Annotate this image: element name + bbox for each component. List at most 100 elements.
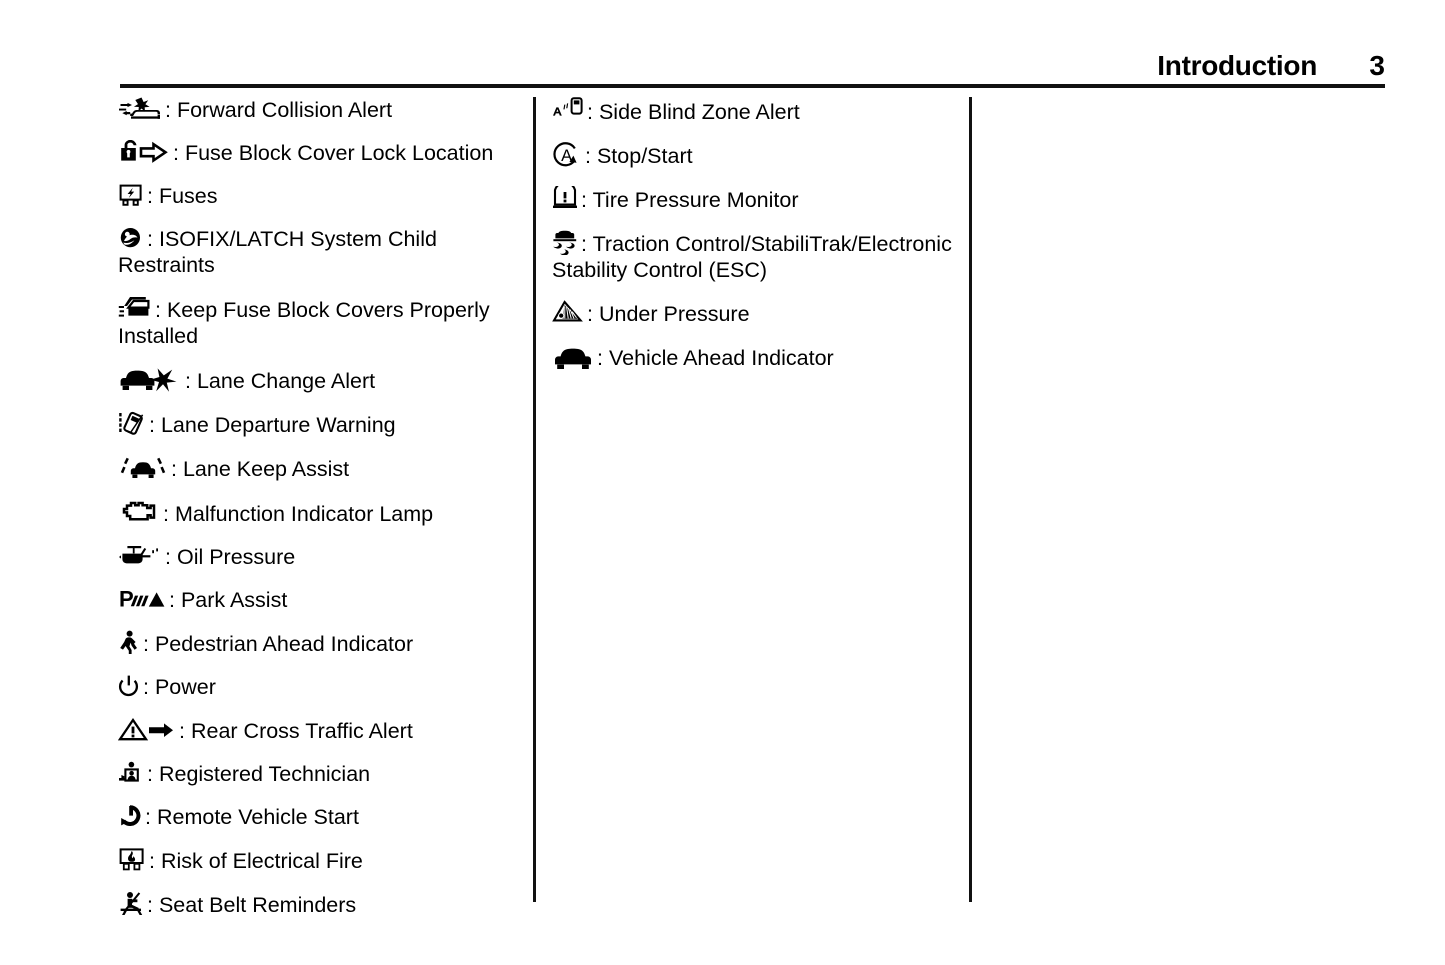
page-number: 3 — [1369, 50, 1385, 81]
glossary-entry: : Risk of Electrical Fire — [118, 847, 518, 874]
glossary-entry: P : Park Assist — [118, 587, 518, 613]
entry-label: Fuses — [158, 184, 218, 208]
lane-change-alert-icon — [118, 366, 182, 394]
glossary-entry: : Traction Control/StabiliTrak/Electroni… — [552, 230, 952, 283]
rear-cross-traffic-alert-icon — [118, 717, 176, 743]
entry-label: Fuse Block Cover Lock Location — [184, 141, 494, 165]
registered-technician-icon — [118, 761, 144, 785]
entry-label: Pedestrian Ahead Indicator — [154, 632, 414, 656]
remote-vehicle-start-icon — [118, 804, 142, 828]
side-blind-zone-alert-icon — [552, 97, 584, 121]
entry-label: Power — [154, 675, 216, 699]
entry-separator: : — [143, 632, 149, 656]
glossary-entry: : Remote Vehicle Start — [118, 804, 518, 830]
seat-belt-reminders-icon — [118, 891, 144, 916]
glossary-entry: : Under Pressure — [552, 300, 952, 327]
lane-departure-warning-icon — [118, 411, 146, 436]
column-divider-1 — [533, 97, 536, 902]
entry-label: Rear Cross Traffic Alert — [190, 719, 413, 743]
page-title: Introduction — [1157, 50, 1317, 81]
park-assist-icon: P — [118, 587, 166, 611]
keep-fuse-block-covers-installed-icon — [118, 295, 152, 321]
entry-label: Stop/Start — [596, 144, 693, 168]
entry-separator: : — [581, 232, 587, 256]
glossary-entry: : Seat Belt Reminders — [118, 891, 518, 918]
traction-control-icon — [552, 230, 578, 255]
entry-separator: : — [585, 144, 591, 168]
entry-label: Seat Belt Reminders — [158, 893, 357, 917]
fuses-icon — [118, 183, 144, 207]
glossary-column-middle: : Side Blind Zone Alert A : Stop/Start:… — [552, 97, 952, 388]
entry-separator: : — [149, 413, 155, 437]
power-icon — [118, 674, 140, 698]
under-pressure-icon — [552, 300, 584, 325]
glossary-entry: : Lane Departure Warning — [118, 411, 518, 438]
entry-label: Traction Control/StabiliTrak/Electronic … — [552, 232, 952, 282]
glossary-entry: : Keep Fuse Block Covers Properly Instal… — [118, 295, 518, 349]
entry-separator: : — [587, 100, 593, 124]
glossary-entry: : ISOFIX/LATCH System Child Restraints — [118, 226, 518, 278]
entry-label: Lane Departure Warning — [160, 413, 396, 437]
entry-separator: : — [587, 302, 593, 326]
glossary-entry: : Pedestrian Ahead Indicator — [118, 630, 518, 657]
glossary-entry: : Side Blind Zone Alert — [552, 97, 952, 125]
entry-label: Under Pressure — [598, 302, 750, 326]
entry-separator: : — [147, 184, 153, 208]
glossary-columns: : Forward Collision Alert : Fuse Block C… — [0, 97, 1445, 917]
entry-separator: : — [147, 762, 153, 786]
entry-separator: : — [597, 346, 603, 370]
oil-pressure-icon — [118, 544, 162, 568]
entry-label: Oil Pressure — [176, 545, 296, 569]
glossary-entry: : Registered Technician — [118, 761, 518, 787]
entry-separator: : — [149, 849, 155, 873]
entry-label: Malfunction Indicator Lamp — [174, 502, 434, 526]
entry-separator: : — [169, 588, 175, 612]
glossary-entry: : Fuses — [118, 183, 518, 209]
glossary-entry: : Fuse Block Cover Lock Location — [118, 140, 518, 166]
entry-separator: : — [147, 893, 153, 917]
column-divider-2 — [969, 97, 972, 902]
glossary-entry: : Oil Pressure — [118, 544, 518, 570]
lane-keep-assist-icon — [118, 455, 168, 481]
entry-separator: : — [165, 98, 171, 122]
pedestrian-ahead-indicator-icon — [118, 630, 140, 655]
stop-start-icon: A — [552, 142, 582, 167]
forward-collision-alert-icon — [118, 97, 162, 121]
glossary-column-left: : Forward Collision Alert : Fuse Block C… — [118, 97, 518, 935]
entry-label: Forward Collision Alert — [176, 98, 393, 122]
entry-label: ISOFIX/LATCH System Child Restraints — [118, 227, 437, 277]
malfunction-indicator-lamp-icon — [118, 499, 160, 525]
entry-separator: : — [165, 545, 171, 569]
entry-separator: : — [185, 369, 191, 393]
entry-label: Registered Technician — [158, 762, 371, 786]
tire-pressure-monitor-icon — [552, 186, 578, 211]
entry-label: Park Assist — [180, 588, 288, 612]
fuse-block-cover-lock-location-icon — [118, 140, 170, 164]
entry-separator: : — [173, 141, 179, 165]
glossary-entry: : Power — [118, 674, 518, 700]
glossary-entry: : Malfunction Indicator Lamp — [118, 499, 518, 527]
glossary-entry: : Forward Collision Alert — [118, 97, 518, 123]
entry-label: Tire Pressure Monitor — [592, 188, 799, 212]
entry-label: Side Blind Zone Alert — [598, 100, 800, 124]
entry-separator: : — [145, 805, 151, 829]
entry-label: Keep Fuse Block Covers Properly Installe… — [118, 298, 490, 348]
entry-label: Risk of Electrical Fire — [160, 849, 363, 873]
svg-text:P: P — [119, 587, 134, 611]
entry-separator: : — [581, 188, 587, 212]
svg-text:A: A — [561, 147, 572, 165]
risk-of-electrical-fire-icon — [118, 847, 146, 872]
entry-separator: : — [163, 502, 169, 526]
entry-label: Remote Vehicle Start — [156, 805, 359, 829]
entry-separator: : — [171, 457, 177, 481]
glossary-entry: : Lane Keep Assist — [118, 455, 518, 482]
entry-label: Lane Keep Assist — [182, 457, 350, 481]
glossary-entry: : Vehicle Ahead Indicator — [552, 344, 952, 371]
glossary-entry: : Lane Change Alert — [118, 366, 518, 394]
glossary-entry: : Tire Pressure Monitor — [552, 186, 952, 213]
entry-label: Vehicle Ahead Indicator — [608, 346, 834, 370]
vehicle-ahead-indicator-icon — [552, 344, 594, 371]
entry-label: Lane Change Alert — [196, 369, 376, 393]
entry-separator: : — [143, 675, 149, 699]
glossary-entry: : Rear Cross Traffic Alert — [118, 717, 518, 744]
